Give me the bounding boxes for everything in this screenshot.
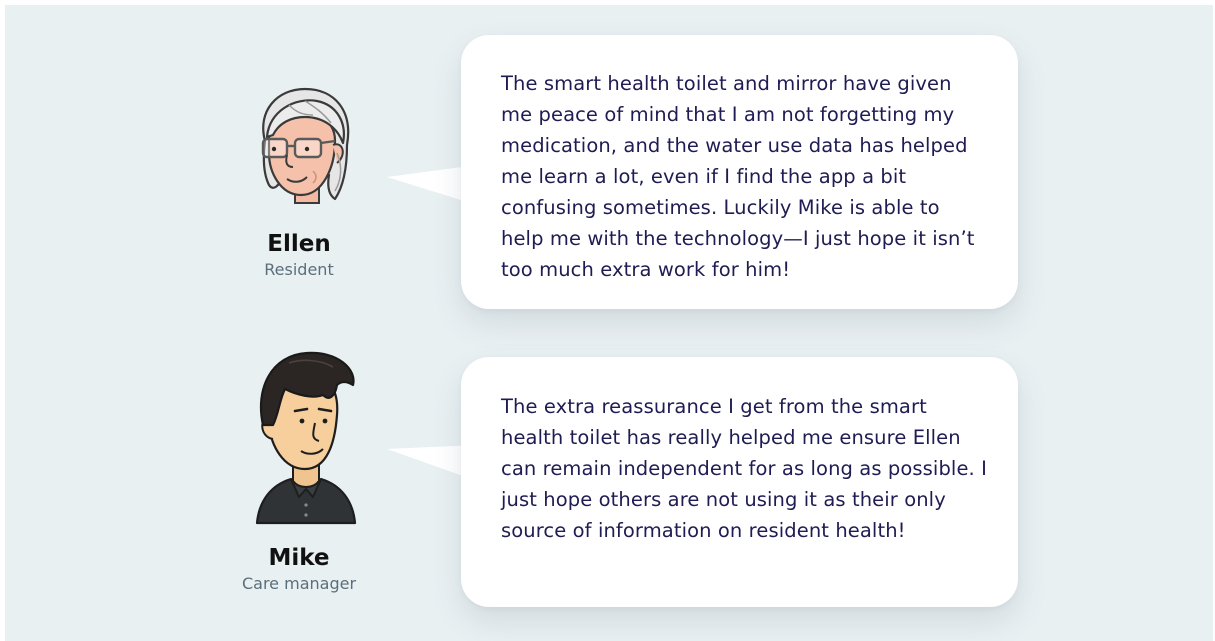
speech-bubble: The extra reassurance I get from the sma… — [461, 357, 1018, 607]
elderly-woman-glasses-avatar-icon — [261, 87, 350, 204]
testimonial-quote: The extra reassurance I get from the sma… — [501, 395, 987, 542]
testimonial-quote: The smart health toilet and mirror have … — [501, 72, 975, 281]
persona-name: Mike — [268, 545, 330, 571]
young-man-avatar-icon — [255, 351, 357, 525]
speech-bubble: The smart health toilet and mirror have … — [461, 35, 1018, 309]
persona-ellen: Ellen Resident — [219, 230, 379, 281]
persona-role: Care manager — [241, 574, 357, 593]
persona-name: Ellen — [267, 231, 331, 257]
persona-role: Resident — [264, 260, 334, 279]
testimonials-panel: Ellen Resident The smart health toilet a… — [5, 5, 1213, 641]
persona-mike: Mike Care manager — [219, 544, 379, 595]
